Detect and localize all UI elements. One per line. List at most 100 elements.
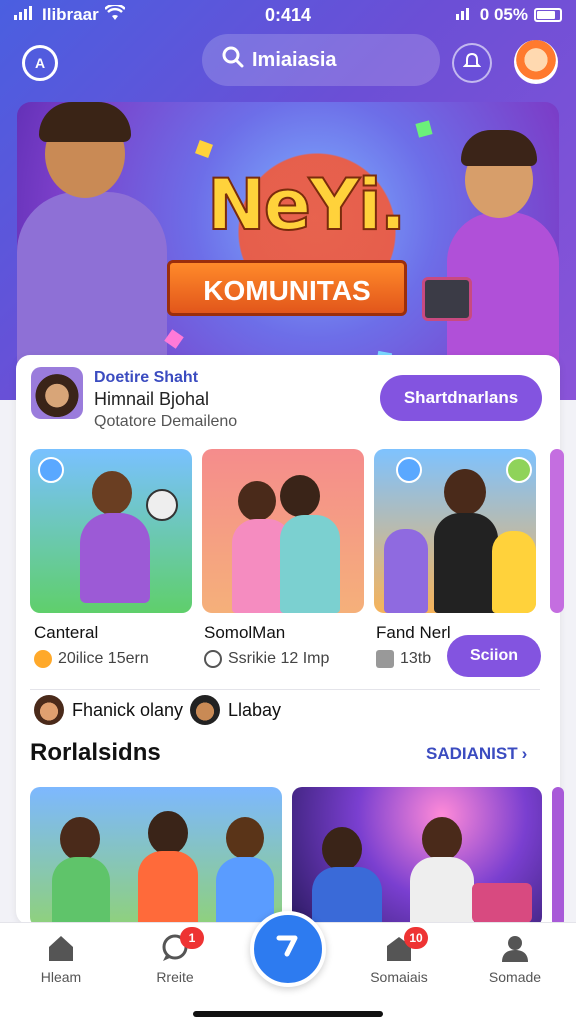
carrier-label: Ilibraar bbox=[42, 5, 99, 24]
create-fab-button[interactable] bbox=[250, 911, 326, 987]
group-tile-3[interactable] bbox=[374, 449, 536, 613]
rec-figure bbox=[472, 883, 532, 923]
status-bar: Ilibraar 0:414 0 05% bbox=[0, 0, 576, 30]
home-icon: A bbox=[34, 55, 46, 71]
member-avatar bbox=[190, 695, 220, 725]
community-name[interactable]: Doetire Shaht bbox=[94, 369, 198, 387]
community-avatar[interactable] bbox=[31, 367, 83, 419]
member-avatar bbox=[34, 695, 64, 725]
battery-percent: 0 05% bbox=[479, 5, 528, 24]
rec-figure bbox=[410, 857, 474, 927]
tile-2-stat: Ssrikie 12 Imp bbox=[204, 650, 329, 668]
search-text: Imiaiasia bbox=[252, 48, 337, 71]
top-navigation: A Imiaiasia bbox=[0, 32, 576, 88]
recommendation-card-2[interactable] bbox=[292, 787, 542, 927]
pen-icon bbox=[273, 930, 303, 968]
tile-figure bbox=[444, 469, 486, 515]
tile-figure bbox=[80, 513, 150, 603]
rec-figure bbox=[60, 817, 100, 861]
see-all-link[interactable]: SADIANIST › bbox=[426, 744, 527, 764]
tile-figure bbox=[280, 475, 320, 517]
divider bbox=[30, 689, 540, 690]
chevron-right-icon: › bbox=[521, 744, 528, 763]
tile-1-stat: 20ilice 15ern bbox=[34, 650, 149, 668]
search-bar[interactable]: Imiaiasia bbox=[202, 34, 440, 86]
rec-figure bbox=[312, 867, 382, 927]
home-button[interactable]: A bbox=[22, 45, 58, 81]
tab-community[interactable]: 10 Somaiais bbox=[354, 927, 444, 985]
chat-badge-icon bbox=[38, 457, 64, 483]
group-tile-1[interactable] bbox=[30, 449, 192, 613]
search-icon bbox=[222, 46, 244, 74]
tile-3-stat: 13tb bbox=[376, 650, 431, 668]
tile-figure bbox=[434, 513, 498, 613]
hero-ribbon: KOMUNITAS bbox=[167, 260, 407, 316]
rec-figure bbox=[138, 851, 198, 927]
signal-icon-right bbox=[455, 5, 474, 25]
gadget-icon bbox=[422, 277, 472, 321]
recommendation-card-1[interactable] bbox=[30, 787, 282, 927]
bell-icon bbox=[462, 52, 482, 75]
tile-join-button[interactable]: Sciion bbox=[447, 635, 541, 677]
member-chip-1[interactable]: Fhanick olany bbox=[34, 695, 183, 725]
tile-1-title: Canteral bbox=[34, 623, 99, 642]
rec-figure bbox=[148, 811, 188, 855]
tab-chat-label: Rreite bbox=[156, 969, 194, 985]
home-icon bbox=[46, 933, 76, 963]
battery-icon bbox=[534, 8, 562, 22]
tab-profile[interactable]: Somade bbox=[470, 933, 560, 985]
rec-figure bbox=[322, 827, 362, 871]
tile-figure bbox=[384, 529, 428, 613]
tile-2-title: SomolMan bbox=[204, 623, 286, 642]
tile-figure bbox=[146, 489, 178, 521]
heart-icon bbox=[34, 650, 52, 668]
member-name: Fhanick olany bbox=[72, 699, 184, 720]
community-card: Doetire Shaht Himnail Bjohal Qotatore De… bbox=[16, 355, 564, 927]
notification-button[interactable] bbox=[452, 43, 492, 83]
tile-1-stat-text: 20ilice 15ern bbox=[58, 650, 149, 667]
tab-community-label: Somaiais bbox=[370, 969, 428, 985]
group-tile-4-partial[interactable] bbox=[550, 449, 564, 613]
tab-home-label: Hleam bbox=[40, 969, 82, 985]
tile-2-stat-text: Ssrikie 12 Imp bbox=[228, 650, 330, 667]
rec-figure bbox=[422, 817, 462, 861]
hero-banner[interactable]: NeYi. KOMUNITAS bbox=[17, 102, 559, 392]
tab-home[interactable]: Hleam bbox=[16, 933, 106, 985]
tab-profile-label: Somade bbox=[488, 969, 542, 985]
confetti-icon bbox=[164, 329, 184, 349]
people-icon bbox=[376, 650, 394, 668]
community-meta: Qotatore Demaileno bbox=[94, 413, 238, 430]
join-community-button[interactable]: Shartdnarlans bbox=[380, 375, 542, 421]
signal-icon bbox=[14, 5, 36, 25]
section-title: Rorlalsidns bbox=[30, 739, 161, 766]
rec-figure bbox=[52, 857, 110, 927]
home-indicator bbox=[193, 1011, 383, 1017]
chat-icon: 1 bbox=[160, 927, 204, 963]
member-name: Llabay bbox=[228, 699, 282, 720]
gift-badge-icon bbox=[506, 457, 532, 483]
tile-figure bbox=[238, 481, 276, 521]
tile-figure bbox=[92, 471, 132, 515]
chat-icon bbox=[204, 650, 222, 668]
community-icon: 10 bbox=[384, 927, 428, 963]
profile-avatar[interactable] bbox=[514, 40, 558, 84]
chat-badge: 1 bbox=[180, 927, 204, 949]
see-all-label: SADIANIST bbox=[426, 744, 518, 763]
group-tile-2[interactable] bbox=[202, 449, 364, 613]
bottom-tab-bar: Hleam 1 Rreite 10 Somaiais Somade bbox=[0, 911, 576, 1024]
hero-title: NeYi. bbox=[206, 163, 407, 247]
community-badge: 10 bbox=[404, 927, 428, 949]
member-chip-2[interactable]: Llabay bbox=[190, 695, 281, 725]
tile-3-stat-text: 13tb bbox=[400, 650, 432, 667]
hero-person-left-hair bbox=[39, 102, 131, 142]
rec-figure bbox=[226, 817, 264, 859]
hero-person-right-hair bbox=[461, 130, 537, 166]
tab-chat[interactable]: 1 Rreite bbox=[130, 927, 220, 985]
confetti-icon bbox=[195, 140, 213, 158]
profile-icon bbox=[500, 933, 530, 963]
wifi-icon bbox=[103, 3, 126, 26]
community-subtitle: Himnail Bjohal bbox=[94, 389, 210, 409]
rec-figure bbox=[216, 857, 274, 927]
recommendation-card-3-partial[interactable] bbox=[552, 787, 564, 927]
tile-3-title: Fand Nerl bbox=[376, 623, 451, 642]
